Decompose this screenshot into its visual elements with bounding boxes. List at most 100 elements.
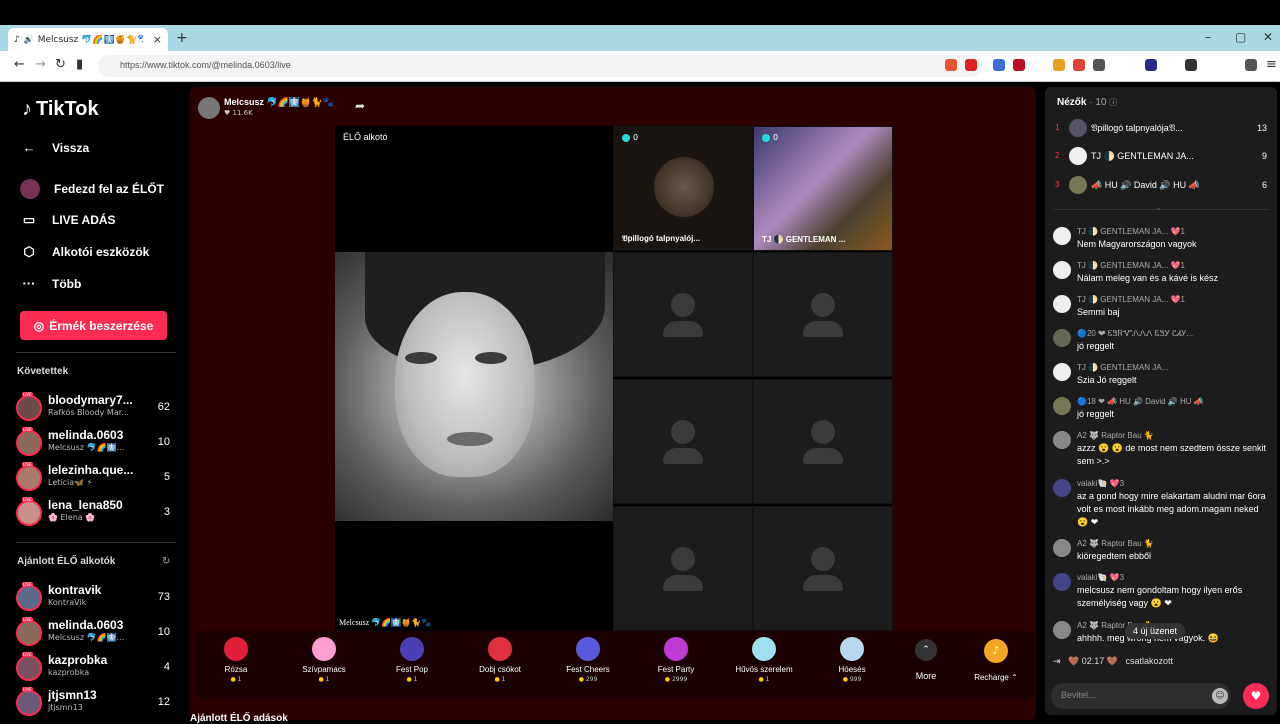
creator-tools-link[interactable]: ⬡ Alkotói eszközök	[20, 244, 149, 260]
empty-seat[interactable]	[753, 379, 893, 504]
empty-seat[interactable]	[753, 252, 893, 377]
recommended-name: kontravik	[48, 583, 102, 597]
empty-seat[interactable]	[753, 506, 893, 631]
url-field[interactable]: https://www.tiktok.com/@melinda.0603/liv…	[98, 55, 982, 77]
back-link[interactable]: ← Vissza	[20, 140, 90, 155]
gift-item[interactable]: Fest Pop 1	[372, 637, 452, 683]
host-video[interactable]	[335, 252, 613, 521]
recharge-button[interactable]: ♪ Recharge ⌃	[966, 639, 1026, 682]
more-gifts-button[interactable]: ⌃ More	[911, 639, 941, 681]
following-item[interactable]: melinda.0603Melcsusz 🐬🌈🩻... 10	[16, 427, 176, 462]
following-item[interactable]: bloodymary7...Rafkós Bloody Mar... 62	[16, 392, 176, 427]
tiktok-logo[interactable]: ♪ TikTok	[22, 98, 99, 121]
avatar[interactable]	[1053, 363, 1071, 381]
maximize-icon[interactable]: ▢	[1235, 30, 1246, 44]
chat-username[interactable]: A2 🐺 Raptor Bau 🐈	[1077, 431, 1267, 440]
gift-item[interactable]: Fest Cheers 299	[548, 637, 628, 683]
avatar[interactable]	[1053, 573, 1071, 591]
close-window-icon[interactable]: ✕	[1263, 30, 1273, 44]
recommended-item[interactable]: kazprobkakazprobka 4	[16, 652, 176, 687]
gift-name: Fest Party	[657, 665, 695, 674]
avatar[interactable]	[1053, 539, 1071, 557]
joined-user[interactable]: 🤎 02.17 🤎	[1068, 656, 1118, 666]
avatar[interactable]	[1053, 397, 1071, 415]
avatar[interactable]	[1053, 261, 1071, 279]
emoji-icon[interactable]: ☺	[1212, 688, 1228, 704]
gift-name: Hűvös szerelem	[735, 665, 793, 674]
top-viewer-row[interactable]: 2 TJ 🌓 GENTLEMAN JA... 9	[1055, 147, 1267, 167]
browser-tab[interactable]: ♪ 🔊 Melcsusz 🐬🌈🩻🍯🐈🐾🎀 ×	[8, 28, 168, 51]
gift-item[interactable]: Hűvös szerelem 1	[724, 637, 804, 683]
recommended-item[interactable]: kontravikKontraVik 73	[16, 582, 176, 617]
empty-seat[interactable]	[613, 506, 753, 631]
bookmark-icon[interactable]: ▮	[76, 57, 83, 72]
top-viewer-row[interactable]: 3 📣 HU 🔊 David 🔊 HU 📣 6	[1055, 176, 1267, 196]
go-live-link[interactable]: ▭ LIVE ADÁS	[20, 212, 116, 228]
extension-icon[interactable]	[1013, 59, 1025, 71]
chat-username[interactable]: 🔵20 ❤ ᏋᏕᏒᏉᏁᏁᏁ ᏋᏕᎩ ᏝᏗᎩ...	[1077, 329, 1267, 339]
gift-name: Rózsa	[224, 665, 248, 674]
chat-username[interactable]: valaki🐚 💖3	[1077, 479, 1267, 488]
extension-icon-4[interactable]	[1093, 59, 1105, 71]
avatar[interactable]	[1053, 431, 1071, 449]
following-item[interactable]: lelezinha.que...Leticia🦋 ⚡ 5	[16, 462, 176, 497]
host-name[interactable]: Melcsusz 🐬🌈🩻🍯🐈🐾	[224, 97, 334, 108]
host-panel[interactable]: ÉLŐ alkotó Melcsusz 🐬🌈🩻🍯🐈🐾	[335, 126, 613, 631]
more-link[interactable]: ··· Több	[20, 276, 82, 291]
gift-item[interactable]: Hóesés 999	[812, 637, 892, 683]
extension-icon-3[interactable]	[1073, 59, 1085, 71]
person-placeholder-icon	[803, 292, 843, 337]
extension-icon-2[interactable]	[1053, 59, 1065, 71]
chat-username[interactable]: TJ 🌓 GENTLEMAN JA... 💖1	[1077, 295, 1267, 304]
recommended-item[interactable]: melinda.0603Melcsusz 🐬🌈🩻... 10	[16, 617, 176, 652]
refresh-icon[interactable]: ↻	[162, 556, 170, 567]
rewards-icon[interactable]	[965, 59, 977, 71]
translate-icon[interactable]	[993, 59, 1005, 71]
chat-username[interactable]: A2 🐺 Raptor Bau 🐈	[1077, 539, 1267, 548]
info-icon[interactable]: ⓘ	[1109, 98, 1117, 107]
chat-username[interactable]: valaki🐚 💖3	[1077, 573, 1267, 582]
recommended-item[interactable]: jtjsmn13jtjsmn13 12	[16, 687, 176, 722]
download-icon[interactable]	[1145, 59, 1157, 71]
chat-username[interactable]: TJ 🌓 GENTLEMAN JA...	[1077, 363, 1267, 372]
avatar[interactable]	[1053, 621, 1071, 639]
get-coins-button[interactable]: ◎ Érmék beszerzése	[20, 311, 167, 340]
audio-icon[interactable]: 🔊	[24, 35, 34, 44]
close-tab-icon[interactable]: ×	[153, 33, 162, 46]
chat-username[interactable]: TJ 🌓 GENTLEMAN JA... 💖1	[1077, 261, 1267, 270]
gift-item[interactable]: Szívpamacs 1	[284, 637, 364, 683]
gift-item[interactable]: Rózsa 1	[196, 637, 276, 683]
top-viewer-row[interactable]: 1 𝔙pillogó talpnyalója𝔙... 13	[1055, 119, 1267, 139]
avatar[interactable]	[1053, 227, 1071, 245]
new-tab-icon[interactable]: +	[176, 30, 188, 46]
avatar[interactable]	[1053, 479, 1071, 497]
forward-icon[interactable]: →	[35, 57, 46, 72]
vpn-icon[interactable]	[1245, 59, 1257, 71]
gift-item[interactable]: Dobj csókot 1	[460, 637, 540, 683]
empty-seat[interactable]	[613, 252, 753, 377]
new-messages-pill[interactable]: 4 új üzenet	[1125, 623, 1186, 639]
viewers-header[interactable]: Nézők · 10 ⓘ	[1057, 97, 1117, 108]
guest-cell[interactable]: 0 𝔙pillogó talpnyalój...	[613, 126, 753, 251]
heart-button[interactable]: ♥	[1243, 683, 1269, 709]
avatar[interactable]	[1053, 295, 1071, 313]
divider	[16, 542, 176, 543]
empty-seat[interactable]	[613, 379, 753, 504]
chat-input[interactable]: Bevitel...	[1051, 683, 1231, 709]
guest-cell[interactable]: 0 TJ 🌓 GENTLEMAN ...	[753, 126, 893, 251]
brave-shield-icon[interactable]	[945, 59, 957, 71]
share-icon[interactable]: ➦	[355, 99, 365, 113]
sidebar-toggle-icon[interactable]	[1185, 59, 1197, 71]
avatar[interactable]	[198, 97, 220, 119]
menu-icon[interactable]: ≡	[1266, 57, 1277, 72]
collapse-icon[interactable]: ⌄	[1155, 203, 1162, 212]
back-icon[interactable]: ←	[14, 57, 25, 72]
chat-username[interactable]: 🔵18 ❤ 📣 HU 🔊 David 🔊 HU 📣	[1077, 397, 1267, 406]
chat-username[interactable]: TJ 🌓 GENTLEMAN JA... 💖1	[1077, 227, 1267, 236]
minimize-icon[interactable]: –	[1205, 30, 1211, 44]
avatar[interactable]	[1053, 329, 1071, 347]
following-item[interactable]: lena_lena850🌸 Elena 🌸 3	[16, 497, 176, 532]
explore-live-link[interactable]: Fedezd fel az ÉLŐT	[20, 179, 164, 199]
gift-item[interactable]: Fest Party 2999	[636, 637, 716, 683]
reload-icon[interactable]: ↻	[55, 57, 66, 72]
